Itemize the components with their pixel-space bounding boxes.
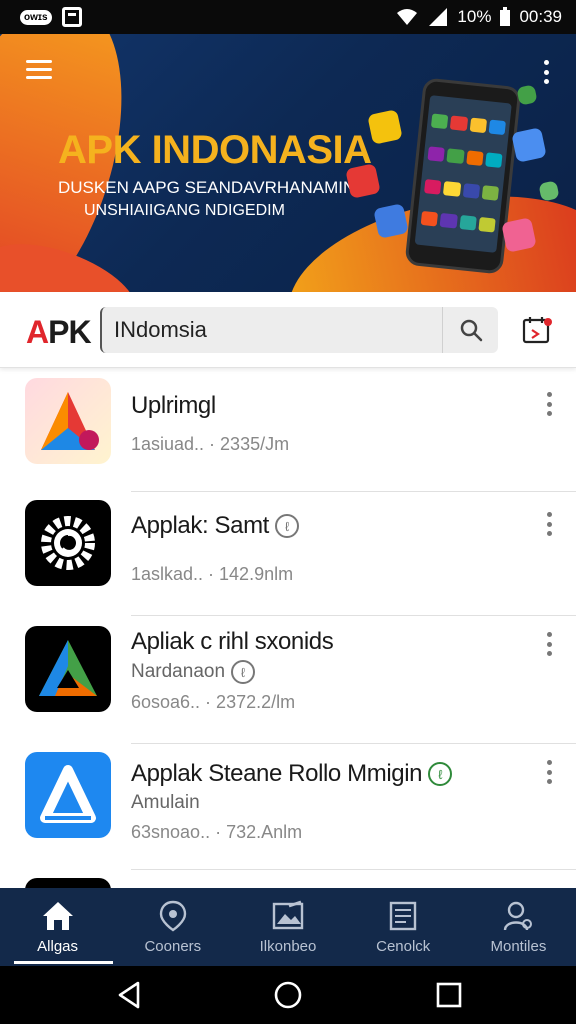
app-row-partial[interactable] bbox=[0, 870, 576, 890]
app-name: Applak Steane Rollo Mmigin bbox=[131, 760, 423, 787]
system-navigation-bar bbox=[0, 966, 576, 1024]
app-icon-applak-samt[interactable] bbox=[25, 500, 111, 586]
app-icon-apliak[interactable] bbox=[25, 626, 111, 712]
app-developer: Amulain bbox=[131, 792, 200, 813]
floating-app-icon bbox=[345, 163, 381, 199]
search-header: APK bbox=[0, 292, 576, 368]
location-pin-icon bbox=[159, 900, 186, 931]
recents-icon[interactable] bbox=[434, 980, 464, 1010]
status-bar: ᴏᴡɪs 10% 00:39 bbox=[0, 0, 576, 34]
calendar-icon[interactable] bbox=[522, 316, 552, 344]
clock: 00:39 bbox=[519, 7, 562, 26]
app-meta: 1aslkad.. · 142.9nlm bbox=[131, 564, 294, 584]
nav-item-allgas[interactable]: Allgas bbox=[0, 888, 115, 966]
floating-app-icon bbox=[367, 109, 403, 145]
app-icon-applak-steane[interactable] bbox=[25, 752, 111, 838]
floating-app-icon bbox=[501, 217, 537, 253]
floating-app-icon bbox=[373, 203, 409, 239]
battery-percent: 10% bbox=[457, 7, 492, 26]
search-input[interactable] bbox=[114, 307, 434, 353]
floating-app-icon bbox=[538, 180, 560, 202]
banner-subtitle-line1: DUSKEN AAPG SEANDAVRHANAMIN bbox=[58, 178, 356, 197]
app-row[interactable]: Apliak c rihl sxonids Nardanaon ℓ 6osoa6.… bbox=[0, 616, 576, 744]
notification-badge-icon: ᴏᴡɪs bbox=[20, 9, 52, 25]
verified-badge-icon: ℓ bbox=[231, 660, 256, 684]
search-icon bbox=[460, 319, 482, 342]
app-meta: 63snoao.. · 732.Anlm bbox=[131, 822, 303, 842]
signal-icon bbox=[429, 8, 448, 26]
hamburger-menu-icon[interactable] bbox=[26, 60, 52, 82]
nav-item-cooners[interactable]: Cooners bbox=[115, 888, 230, 966]
app-row[interactable]: Uplrimgl 1asiuad.. · 2335/Jm bbox=[0, 368, 576, 492]
app-meta: 1asiuad.. · 2335/Jm bbox=[131, 434, 290, 454]
app-name: Apliak c rihl sxonids bbox=[131, 628, 334, 655]
apk-logo[interactable]: APK bbox=[26, 314, 92, 351]
app-row[interactable]: Applak: Samt ℓ 1aslkad.. · 142.9nlm bbox=[0, 492, 576, 616]
more-options-icon[interactable] bbox=[546, 632, 552, 656]
home-circle-icon[interactable] bbox=[273, 980, 303, 1010]
app-name: Applak: Samt bbox=[131, 512, 269, 539]
more-options-icon[interactable] bbox=[546, 760, 552, 784]
app-meta: 6osoa6.. · 2372.2/lm bbox=[131, 692, 296, 712]
nav-item-cenolck[interactable]: Cenolck bbox=[346, 888, 461, 966]
app-developer: Nardanaon bbox=[131, 661, 226, 682]
nav-item-ilkonbeo[interactable]: Ilkonbeo bbox=[230, 888, 345, 966]
floating-app-icon bbox=[516, 84, 538, 106]
bottom-navigation: Allgas Cooners Ilkonbeo Cenolck Montiles bbox=[0, 888, 576, 966]
search-button[interactable] bbox=[442, 307, 498, 353]
banner-subtitle-line2: UNSHIAIIGANG NDIGEDIM bbox=[84, 202, 285, 219]
gallery-icon bbox=[272, 900, 304, 929]
floating-app-icon bbox=[511, 127, 547, 163]
more-options-icon[interactable] bbox=[546, 392, 552, 416]
hero-banner: APK INDONASIA DUSKEN AAPG SEANDAVRHANAMI… bbox=[0, 34, 576, 292]
search-box[interactable] bbox=[100, 307, 498, 353]
app-name: Uplrimgl bbox=[131, 392, 216, 419]
overflow-menu-icon[interactable] bbox=[544, 60, 550, 84]
notification-square-icon bbox=[61, 7, 82, 27]
app-icon-uplrimgl[interactable] bbox=[25, 378, 111, 464]
banner-title: APK INDONASIA bbox=[58, 128, 372, 172]
more-options-icon[interactable] bbox=[546, 512, 552, 536]
verified-badge-icon: ℓ bbox=[428, 762, 453, 786]
home-icon bbox=[42, 901, 73, 930]
nav-item-montiles[interactable]: Montiles bbox=[461, 888, 576, 966]
back-icon[interactable] bbox=[114, 980, 144, 1010]
verified-badge-icon: ℓ bbox=[274, 514, 299, 538]
profile-icon bbox=[504, 901, 533, 930]
app-row[interactable]: Applak Steane Rollo Mmigin ℓ Amulain 63sn… bbox=[0, 744, 576, 870]
phone-illustration bbox=[404, 77, 522, 275]
document-icon bbox=[390, 901, 417, 930]
wifi-icon bbox=[397, 9, 418, 25]
battery-icon bbox=[500, 7, 511, 26]
